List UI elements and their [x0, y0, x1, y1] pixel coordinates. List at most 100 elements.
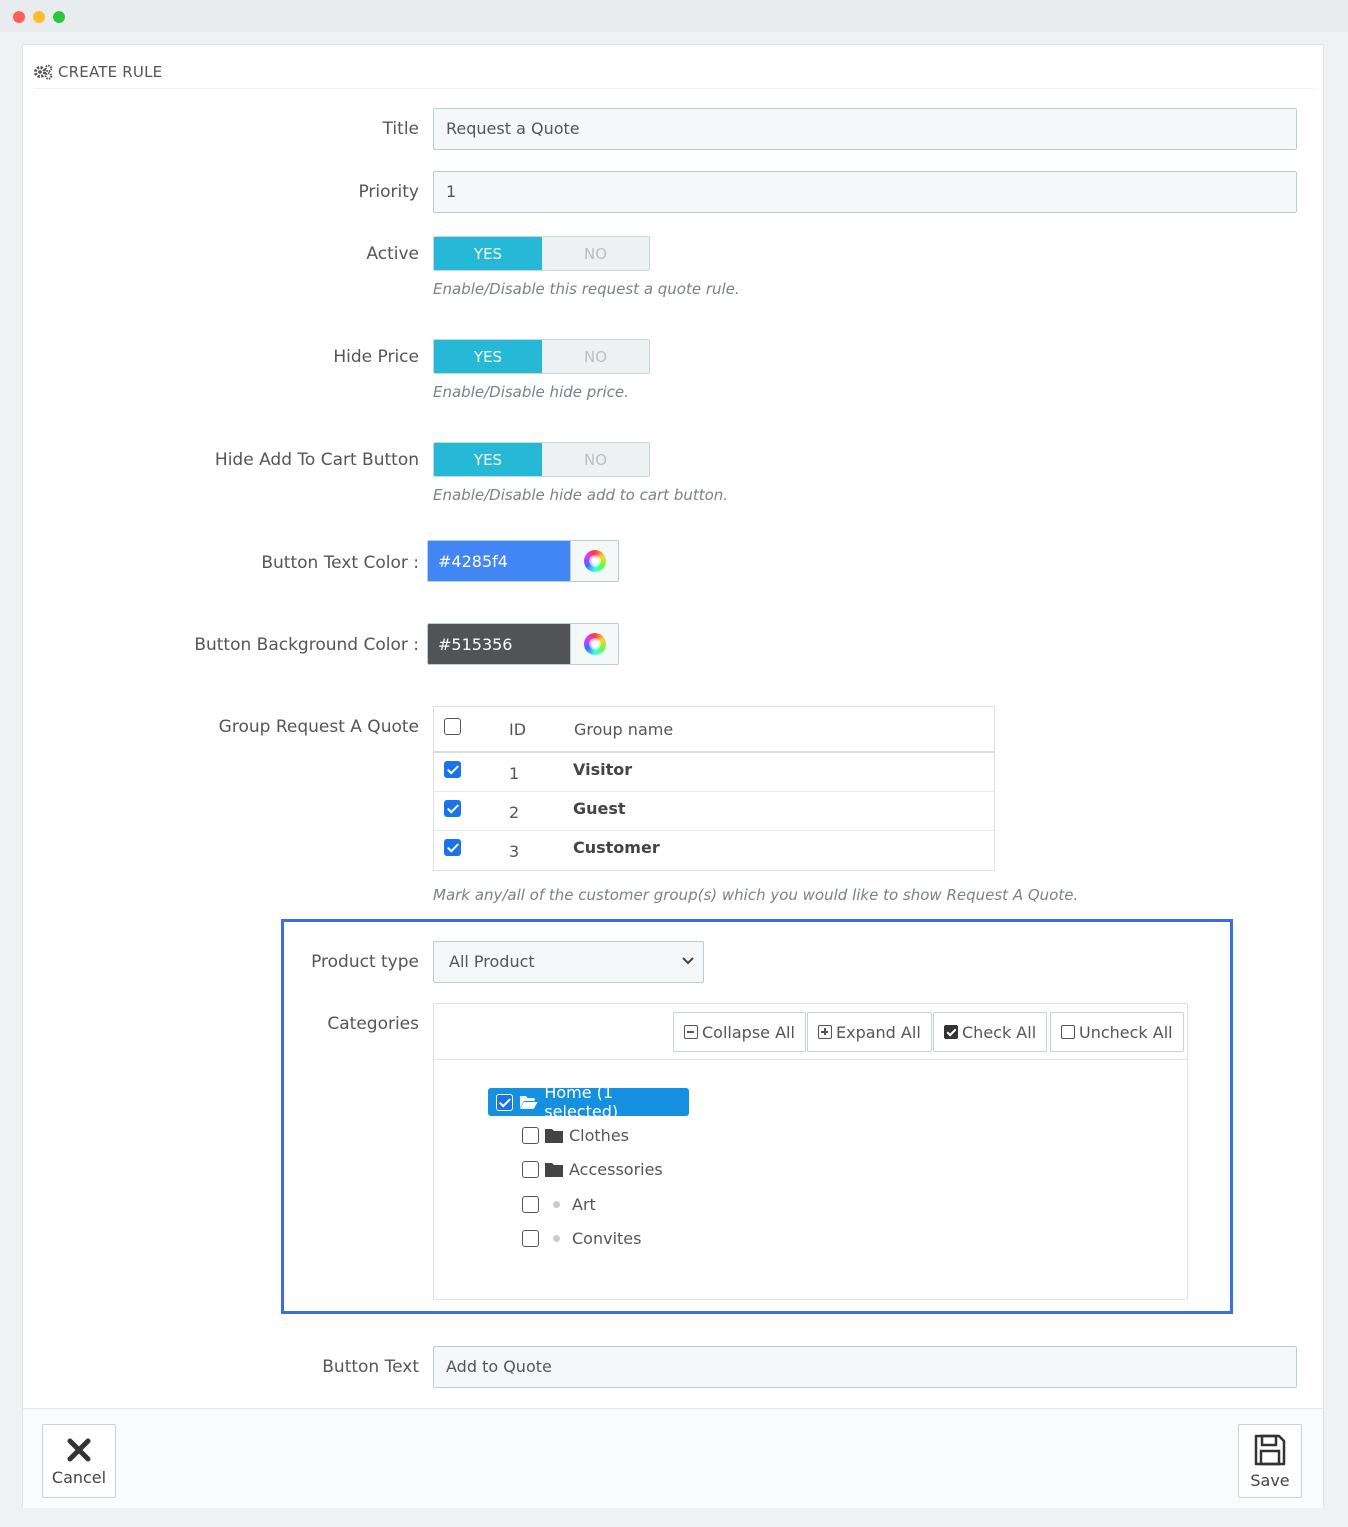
cancel-button[interactable]: Cancel [42, 1424, 116, 1498]
hide-price-help: Enable/Disable hide price. [433, 383, 629, 401]
categories-tree: Collapse All Expand All Check All Unchec… [433, 1003, 1188, 1300]
home-label: Home (1 selected) [544, 1083, 619, 1121]
button-text-label: Button Text [322, 1357, 419, 1377]
maximize-window-button[interactable] [53, 11, 65, 23]
group-checkbox[interactable] [444, 761, 461, 778]
color-wheel-icon [583, 633, 606, 655]
check-all-button[interactable]: Check All [933, 1012, 1048, 1052]
category-label: Clothes [569, 1126, 629, 1145]
home-checkbox[interactable] [496, 1093, 513, 1111]
active-help: Enable/Disable this request a quote rule… [433, 280, 740, 298]
check-all-label: Check All [962, 1022, 1037, 1042]
button-text-color-input[interactable]: #4285f4 [428, 541, 570, 581]
expand-icon [818, 1025, 832, 1039]
title-input[interactable]: Request a Quote [433, 108, 1297, 150]
active-switch: YES NO [433, 236, 650, 271]
table-row: 1 Visitor [434, 753, 994, 792]
folder-icon [545, 1163, 563, 1177]
active-yes-option[interactable]: YES [434, 237, 542, 270]
group-id: 3 [509, 842, 520, 861]
minimize-window-button[interactable] [33, 11, 45, 23]
color-wheel-icon [583, 550, 606, 572]
priority-input[interactable]: 1 [433, 171, 1297, 213]
hide-price-yes-option[interactable]: YES [434, 340, 542, 373]
save-button[interactable]: Save [1238, 1424, 1302, 1498]
category-checkbox[interactable] [522, 1196, 539, 1213]
hide-cart-yes-option[interactable]: YES [434, 443, 542, 476]
active-no-option[interactable]: NO [542, 237, 649, 270]
button-text-input[interactable]: Add to Quote [433, 1346, 1297, 1388]
hide-cart-label: Hide Add To Cart Button [214, 450, 419, 470]
active-label: Active [366, 244, 419, 264]
color-picker-button[interactable] [570, 624, 618, 664]
group-checkbox[interactable] [444, 839, 461, 856]
product-type-select[interactable]: All Product [433, 941, 704, 983]
button-text-color-label: Button Text Color : [261, 553, 419, 573]
folder-open-icon [519, 1096, 538, 1109]
category-label: Accessories [569, 1160, 663, 1179]
tree-node-convites[interactable]: Convites [522, 1229, 641, 1248]
collapse-all-button[interactable]: Collapse All [673, 1012, 806, 1052]
collapse-icon [684, 1025, 698, 1039]
button-text-color-field: #4285f4 [427, 540, 619, 582]
group-name: Guest [573, 799, 626, 818]
select-all-groups-checkbox[interactable] [444, 718, 461, 735]
tree-toolbar: Collapse All Expand All Check All Unchec… [434, 1004, 1187, 1060]
tree-node-clothes[interactable]: Clothes [522, 1126, 629, 1145]
window-titlebar [0, 0, 1348, 32]
tree-node-accessories[interactable]: Accessories [522, 1160, 663, 1179]
bullet-icon [553, 1235, 560, 1242]
create-rule-panel: CREATE RULE Title Request a Quote Priori… [22, 44, 1324, 1508]
group-id: 1 [509, 764, 520, 783]
tree-node-home[interactable]: Home (1 selected) [488, 1083, 689, 1121]
product-type-label: Product type [311, 952, 419, 972]
table-row: 2 Guest [434, 792, 994, 831]
hide-cart-switch: YES NO [433, 442, 650, 477]
check-square-icon [944, 1025, 958, 1039]
button-bg-color-field: #515356 [427, 623, 619, 665]
category-checkbox[interactable] [522, 1127, 539, 1144]
folder-icon [545, 1129, 563, 1143]
groups-table: ID Group name 1 Visitor 2 Guest 3 Custom… [433, 706, 995, 871]
hide-price-label: Hide Price [333, 347, 419, 367]
bullet-icon [553, 1201, 560, 1208]
cancel-label: Cancel [51, 1467, 107, 1487]
expand-all-button[interactable]: Expand All [807, 1012, 932, 1052]
panel-title: CREATE RULE [58, 62, 163, 81]
category-checkbox[interactable] [522, 1161, 539, 1178]
category-label: Art [572, 1195, 596, 1214]
groups-label: Group Request A Quote [218, 717, 419, 737]
hide-cart-no-option[interactable]: NO [542, 443, 649, 476]
uncheck-all-label: Uncheck All [1079, 1022, 1173, 1042]
close-icon [67, 1438, 91, 1461]
gears-icon [34, 64, 53, 80]
save-label: Save [1250, 1470, 1290, 1490]
group-name-column-header: Group name [574, 720, 674, 739]
product-type-value: All Product [449, 952, 535, 971]
hide-price-no-option[interactable]: NO [542, 340, 649, 373]
hide-price-switch: YES NO [433, 339, 650, 374]
table-header-row: ID Group name [434, 707, 994, 753]
collapse-all-label: Collapse All [702, 1022, 795, 1042]
categories-label: Categories [327, 1014, 419, 1034]
expand-all-label: Expand All [836, 1022, 921, 1042]
groups-help: Mark any/all of the customer group(s) wh… [433, 886, 1079, 904]
category-label: Convites [572, 1229, 642, 1248]
save-icon [1254, 1434, 1286, 1465]
category-checkbox[interactable] [522, 1230, 539, 1247]
hide-cart-help: Enable/Disable hide add to cart button. [433, 486, 729, 504]
id-column-header: ID [509, 720, 527, 739]
priority-label: Priority [358, 182, 419, 202]
title-label: Title [382, 119, 419, 139]
group-id: 2 [509, 803, 520, 822]
panel-footer: Cancel Save [23, 1408, 1323, 1508]
group-checkbox[interactable] [444, 800, 461, 817]
uncheck-all-button[interactable]: Uncheck All [1050, 1012, 1184, 1052]
group-name: Visitor [573, 760, 633, 779]
panel-heading: CREATE RULE [33, 55, 1315, 89]
color-picker-button[interactable] [570, 541, 618, 581]
tree-node-art[interactable]: Art [522, 1195, 596, 1214]
button-bg-color-input[interactable]: #515356 [428, 624, 570, 664]
close-window-button[interactable] [13, 11, 25, 23]
group-name: Customer [573, 838, 660, 857]
